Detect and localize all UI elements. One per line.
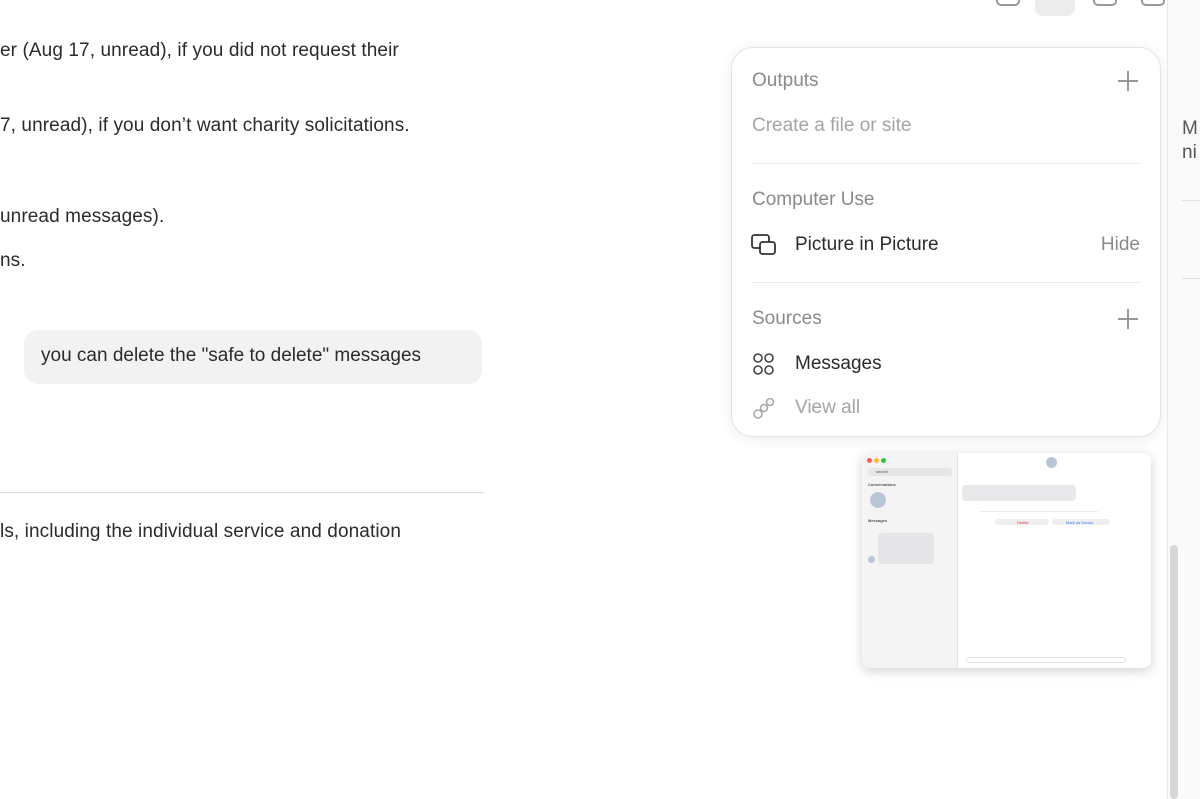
computer-use-title: Computer Use: [752, 189, 875, 210]
pip-message-bubble: [962, 485, 1076, 501]
context-panel: Outputs Create a file or site Computer U…: [731, 47, 1161, 437]
avatar: [868, 556, 875, 563]
panel-icon[interactable]: [1093, 0, 1117, 6]
picture-in-picture-window[interactable]: search Conversations Messages Delete Mar…: [862, 453, 1151, 668]
messages-source-icon: [753, 353, 774, 375]
picture-in-picture-icon: [751, 234, 776, 255]
pip-delete-text: Delete: [1017, 520, 1029, 525]
source-messages[interactable]: Messages: [795, 353, 882, 375]
pip-delete-button: Delete: [995, 519, 1049, 525]
window-icon[interactable]: [996, 0, 1020, 6]
divider: [1182, 278, 1200, 279]
pip-compose-field: [966, 657, 1126, 663]
minimize-dot: [874, 458, 879, 463]
create-file-or-site-link[interactable]: Create a file or site: [752, 115, 911, 137]
divider: [752, 163, 1140, 164]
add-output-icon[interactable]: [1118, 71, 1138, 91]
pip-search-text: search: [876, 469, 889, 474]
assistant-text-line: ns.: [0, 250, 26, 271]
divider: [0, 492, 484, 493]
view-all-icon: [753, 397, 775, 419]
add-source-icon[interactable]: [1118, 309, 1138, 329]
user-message-bubble: you can delete the "safe to delete" mess…: [24, 330, 482, 384]
pip-mark-button: Mark as Known: [1052, 519, 1110, 525]
view-all-link[interactable]: View all: [795, 397, 860, 419]
assistant-text-line: er (Aug 17, unread), if you did not requ…: [0, 40, 399, 61]
picture-in-picture-label[interactable]: Picture in Picture: [795, 234, 939, 256]
right-text-fragment: M: [1182, 118, 1198, 139]
scrollbar-thumb[interactable]: [1170, 545, 1178, 799]
square-icon[interactable]: [1141, 0, 1165, 6]
pip-messages-label: Messages: [868, 518, 888, 523]
assistant-text-line: unread messages).: [0, 206, 165, 227]
outputs-title: Outputs: [752, 70, 819, 91]
pip-sidebar: search Conversations Messages: [862, 453, 958, 668]
assistant-text-line: ls, including the individual service and…: [0, 521, 401, 542]
avatar: [1046, 457, 1057, 468]
sources-title: Sources: [752, 308, 822, 329]
pip-message-bubble: [878, 533, 934, 564]
assistant-text-line: 7, unread), if you don’t want charity so…: [0, 115, 410, 136]
pip-mark-text: Mark as Known: [1066, 520, 1094, 525]
avatar: [870, 492, 886, 508]
zoom-dot: [881, 458, 886, 463]
divider: [1182, 200, 1200, 201]
divider: [752, 282, 1140, 283]
close-dot: [867, 458, 872, 463]
hide-button[interactable]: Hide: [1101, 234, 1140, 256]
pip-search-field: search: [868, 468, 952, 476]
divider: [980, 511, 1098, 512]
pip-conversations-label: Conversations: [868, 482, 896, 487]
right-text-fragment: ni: [1182, 142, 1197, 163]
layout-icon[interactable]: [1035, 0, 1075, 16]
